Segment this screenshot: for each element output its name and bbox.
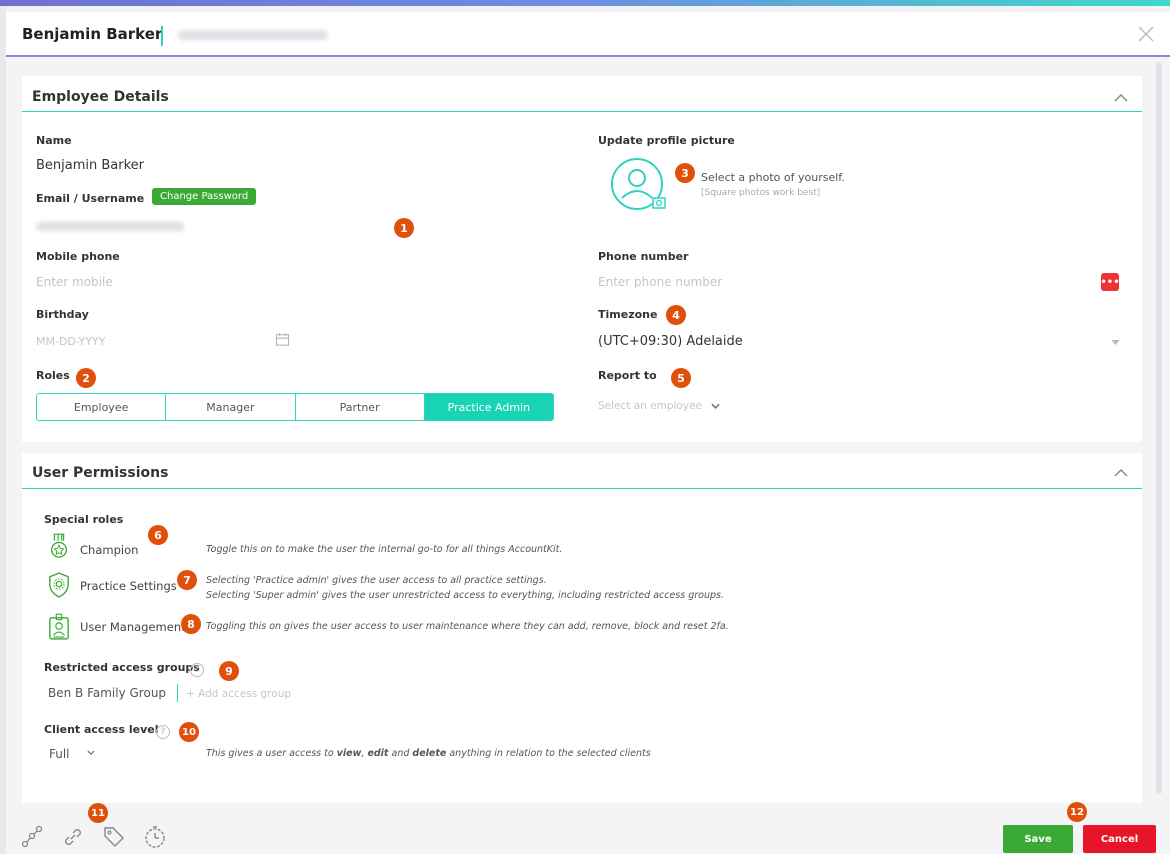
practice-settings-description-2: Selecting 'Super admin' gives the user u…	[206, 590, 724, 601]
card-divider	[22, 488, 1142, 489]
id-badge-icon[interactable]	[48, 613, 70, 641]
client-desc-delete: delete	[412, 748, 447, 759]
email-value-redacted	[36, 222, 184, 231]
employee-email-redacted	[178, 30, 328, 40]
practice-settings-label: Practice Settings	[80, 579, 177, 593]
client-access-label: Client access level	[44, 723, 159, 736]
annotation-badge-4: 4	[666, 305, 686, 325]
profile-picture-label: Update profile picture	[598, 134, 735, 147]
change-password-button[interactable]: Change Password	[152, 188, 257, 205]
role-employee-button[interactable]: Employee	[37, 394, 167, 420]
annotation-badge-3: 3	[675, 163, 695, 183]
more-options-icon[interactable]: •••	[1100, 273, 1120, 291]
close-icon[interactable]	[1136, 24, 1156, 44]
caret-down-icon[interactable]	[1111, 340, 1120, 345]
client-access-select[interactable]: Full	[49, 747, 70, 761]
client-access-description: This gives a user access to view, edit a…	[206, 748, 651, 759]
champion-label: Champion	[80, 543, 139, 557]
timezone-label: Timezone	[598, 308, 658, 321]
name-value[interactable]: Benjamin Barker	[36, 158, 144, 173]
client-desc-part-3: and	[388, 748, 413, 759]
medal-icon[interactable]	[48, 533, 70, 561]
card-title-user-permissions: User Permissions	[32, 465, 169, 481]
name-label: Name	[36, 134, 72, 147]
mobile-label: Mobile phone	[36, 250, 120, 263]
role-manager-button[interactable]: Manager	[166, 394, 296, 420]
client-desc-part-1: This gives a user access to	[206, 748, 337, 759]
shield-gear-icon[interactable]	[48, 572, 70, 598]
practice-settings-description-1: Selecting 'Practice admin' gives the use…	[206, 575, 547, 586]
card-title-employee-details: Employee Details	[32, 89, 169, 105]
tags-icon[interactable]	[102, 825, 126, 849]
birthday-label: Birthday	[36, 308, 89, 321]
annotation-badge-2: 2	[76, 368, 96, 388]
employee-modal: Benjamin Barker Employee Details Name Be…	[6, 12, 1170, 854]
annotation-badge-8: 8	[181, 614, 201, 634]
role-partner-button[interactable]: Partner	[296, 394, 425, 420]
client-desc-edit: edit	[367, 748, 389, 759]
save-button[interactable]: Save	[1003, 825, 1073, 853]
annotation-badge-11: 11	[88, 803, 108, 823]
champion-description: Toggle this on to make the user the inte…	[206, 544, 563, 555]
birthday-input[interactable]: MM-DD-YYYY	[36, 335, 105, 348]
client-desc-view: view	[336, 748, 362, 759]
top-gradient-bar	[0, 0, 1170, 6]
chevron-down-icon[interactable]	[87, 750, 95, 755]
role-practice-admin-button[interactable]: Practice Admin	[424, 394, 553, 420]
chevron-up-icon[interactable]	[1114, 468, 1128, 477]
special-roles-label: Special roles	[44, 513, 124, 526]
roles-segmented-control: Employee Manager Partner Practice Admin	[36, 393, 554, 421]
timezone-select[interactable]: (UTC+09:30) Adelaide	[598, 334, 743, 349]
chevron-down-icon[interactable]	[711, 403, 720, 409]
annotation-badge-1: 1	[394, 218, 414, 238]
mobile-input[interactable]: Enter mobile	[36, 275, 113, 289]
annotation-badge-9: 9	[219, 661, 239, 681]
access-group-tag[interactable]: Ben B Family Group	[48, 686, 166, 700]
workflow-icon[interactable]	[20, 825, 44, 849]
annotation-badge-10: 10	[179, 722, 199, 742]
report-to-select[interactable]: Select an employee	[598, 400, 702, 412]
chevron-up-icon[interactable]	[1114, 93, 1128, 102]
scrollbar[interactable]	[1156, 62, 1162, 794]
annotation-badge-5: 5	[671, 368, 691, 388]
avatar-upload-icon[interactable]	[609, 156, 669, 216]
profile-subhint: [Square photos work best]	[701, 188, 821, 198]
user-management-description: Toggling this on gives the user access t…	[206, 621, 729, 632]
annotation-badge-6: 6	[148, 525, 168, 545]
modal-header: Benjamin Barker	[6, 12, 1170, 57]
card-divider	[22, 111, 1142, 112]
roles-label: Roles	[36, 369, 70, 382]
email-label: Email / Username	[36, 192, 145, 205]
report-to-label: Report to	[598, 369, 657, 382]
phone-label: Phone number	[598, 250, 689, 263]
help-icon[interactable]: ?	[190, 663, 204, 677]
user-management-label: User Management	[80, 620, 186, 634]
group-separator	[177, 684, 178, 702]
annotation-badge-12: 12	[1067, 802, 1087, 822]
employee-name-title: Benjamin Barker	[22, 25, 163, 43]
profile-hint: Select a photo of yourself.	[701, 171, 845, 184]
header-separator	[161, 26, 163, 46]
annotation-badge-7: 7	[177, 570, 197, 590]
employee-details-card: Employee Details Name Benjamin Barker Em…	[22, 76, 1142, 442]
link-icon[interactable]	[61, 825, 85, 849]
help-icon[interactable]: ?	[156, 725, 170, 739]
phone-input[interactable]: Enter phone number	[598, 275, 722, 289]
timer-icon[interactable]	[143, 825, 167, 849]
cancel-button[interactable]: Cancel	[1083, 825, 1156, 853]
add-access-group-input[interactable]: + Add access group	[186, 688, 291, 700]
calendar-icon[interactable]	[275, 332, 290, 347]
client-desc-part-4: anything in relation to the selected cli…	[446, 748, 651, 759]
restricted-groups-label: Restricted access groups	[44, 661, 200, 674]
